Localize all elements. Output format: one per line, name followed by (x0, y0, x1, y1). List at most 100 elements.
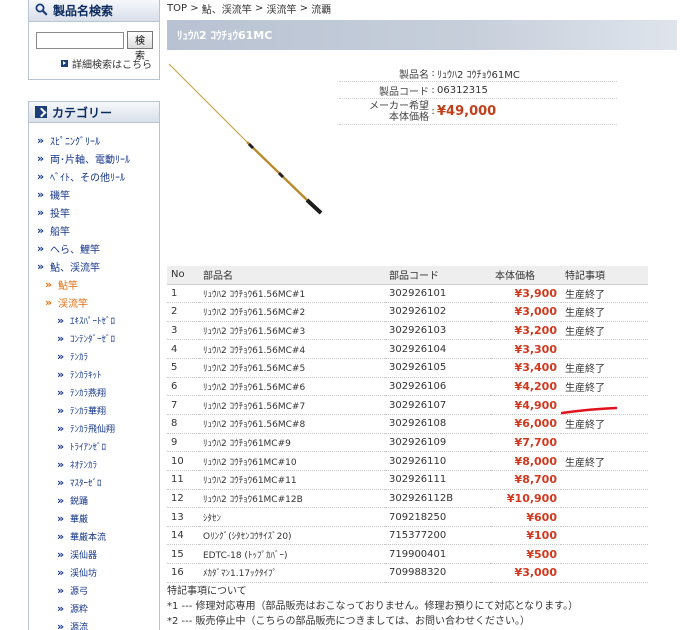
category-item-label: ﾃﾝｶﾗ華翔 (70, 406, 107, 417)
double-chevron-icon: » (37, 133, 44, 147)
cell-no: 8 (167, 414, 199, 434)
cell-price: ¥3,200 (491, 321, 561, 341)
cell-no: 5 (167, 358, 199, 378)
search-button[interactable]: 検索 (127, 31, 153, 62)
category-item[interactable]: » 渓流竿 (29, 293, 159, 311)
cell-part-name: ﾘｭｳﾊ2 ｺｳﾁｮｳ61.56MC#5 (199, 358, 385, 378)
category-item[interactable]: » 源弓 (29, 581, 159, 599)
category-item-label: ﾄﾗｲｱﾝｾﾞﾛ (70, 442, 107, 453)
category-item[interactable]: » ﾄﾗｲｱﾝｾﾞﾛ (29, 437, 159, 455)
cell-part-name: ﾘｭｳﾊ2 ｺｳﾁｮｳ61.56MC#6 (199, 377, 385, 397)
double-chevron-icon: » (57, 403, 64, 417)
category-item[interactable]: » ﾍﾞｲﾄ、その他ﾘｰﾙ (29, 167, 159, 185)
category-item[interactable]: » ﾃﾝｶﾗｷｯﾄ (29, 365, 159, 383)
category-item-label: ﾍﾞｲﾄ、その他ﾘｰﾙ (50, 172, 125, 184)
category-item-label: 渓流竿 (58, 298, 88, 310)
category-item-label: 渓仙器 (70, 550, 98, 561)
category-item-label: 源粋 (70, 604, 89, 615)
category-item[interactable]: » 鮎竿 (29, 275, 159, 293)
arrow-right-icon (61, 60, 68, 67)
category-item-label: 華厳 (70, 514, 89, 525)
cell-part-name: EDTC-18 (ﾄｯﾌﾟｶﾊﾞｰ) (199, 544, 385, 565)
category-item[interactable]: » 鋭踊 (29, 491, 159, 509)
breadcrumb-separator: > (187, 3, 202, 14)
category-item-label: ﾃﾝｶﾗ (70, 352, 89, 363)
double-chevron-icon: » (57, 457, 64, 471)
category-item[interactable]: » ｴｷｽﾊﾟｰﾄｾﾞﾛ (29, 311, 159, 329)
fishing-rod-image (168, 63, 323, 215)
category-item[interactable]: » ﾏｽﾀｰｾﾞﾛ (29, 473, 159, 491)
cell-note (561, 544, 648, 565)
category-item[interactable]: » 源流 (29, 617, 159, 630)
cell-part-code: 709218250 (385, 507, 491, 527)
category-item-label: ﾏｽﾀｰｾﾞﾛ (70, 478, 102, 489)
category-item-label: 鋭踊 (70, 496, 89, 507)
breadcrumb-item[interactable]: TOP (167, 3, 187, 14)
cell-note: 生産終了 (561, 284, 648, 304)
category-item-label: ﾈｵﾃﾝｶﾗ (70, 460, 98, 471)
product-image (167, 58, 337, 218)
cell-price: ¥3,900 (491, 284, 561, 304)
cell-note (561, 433, 648, 453)
breadcrumb-item: 流覇 (311, 5, 332, 16)
cell-price: ¥8,000 (491, 451, 561, 471)
breadcrumb-item[interactable]: 鮎、渓流竿 (202, 1, 252, 16)
cell-part-name: ｼﾀｾﾝ (199, 507, 385, 527)
double-chevron-icon: » (37, 187, 44, 201)
cell-note (561, 489, 648, 509)
cell-price: ¥500 (491, 544, 561, 565)
category-item[interactable]: » ﾃﾝｶﾗ燕翔 (29, 383, 159, 401)
category-item[interactable]: » 華厳本流 (29, 527, 159, 545)
double-chevron-icon: » (57, 367, 64, 381)
category-item-label: 渓仙坊 (70, 568, 98, 579)
cell-part-name: ﾘｭｳﾊ2 ｺｳﾁｮｳ61MC#9 (199, 433, 385, 453)
category-item[interactable]: » へら、鯉竿 (29, 239, 159, 257)
category-list: » ｽﾋﾟﾆﾝｸﾞﾘｰﾙ » 両･片軸、電動ﾘｰﾙ » ﾍﾞｲﾄ、その他ﾘｰﾙ » 磯竿 » 投竿… (29, 123, 159, 630)
cell-part-code: 715377200 (385, 526, 491, 546)
main-content: TOP > 鮎、渓流竿 > 渓流竿 > 流覇 ﾘｭｳﾊ2 ｺｳﾁｮｳ61MC 製… (167, 0, 677, 630)
category-item[interactable]: » 鮎、渓流竿 (29, 257, 159, 275)
category-item[interactable]: » 両･片軸、電動ﾘｰﾙ (29, 149, 159, 167)
category-item[interactable]: » ﾃﾝｶﾗ (29, 347, 159, 365)
category-item[interactable]: » ﾈｵﾃﾝｶﾗ (29, 455, 159, 473)
double-chevron-icon: » (57, 511, 64, 525)
category-item-label: 投竿 (50, 208, 70, 220)
price-label-line1: メーカー希望 (369, 100, 429, 112)
category-item[interactable]: » 船竿 (29, 221, 159, 239)
header-no: No (167, 266, 199, 285)
category-item[interactable]: » 華厳 (29, 509, 159, 527)
cell-price: ¥3,400 (491, 358, 561, 378)
double-chevron-icon: » (57, 475, 64, 489)
product-name-label: 製品名 (399, 69, 429, 81)
cell-note: 生産終了 (561, 321, 648, 341)
header-part-code: 部品コード (385, 266, 491, 285)
note-line-2: *2 --- 販売停止中（こちらの部品販売につきましては、お問い合わせください。… (167, 616, 531, 627)
cell-no: 11 (167, 470, 199, 490)
cell-no: 7 (167, 395, 199, 415)
breadcrumb-separator: > (251, 3, 267, 14)
product-price-row: メーカー希望 本体価格 : ¥49,000 (339, 99, 617, 125)
breadcrumb-item[interactable]: 渓流竿 (267, 1, 297, 16)
cell-part-code: 302926108 (385, 414, 491, 434)
category-item[interactable]: » ｽﾋﾟﾆﾝｸﾞﾘｰﾙ (29, 131, 159, 149)
table-row: 15 EDTC-18 (ﾄｯﾌﾟｶﾊﾞｰ) 719900401 ¥500 (167, 544, 648, 565)
double-chevron-icon: » (57, 331, 64, 345)
category-item[interactable]: » 磯竿 (29, 185, 159, 203)
advanced-search-link[interactable]: 詳細検索はこちら (29, 53, 159, 79)
category-item[interactable]: » ｺﾝﾃﾝﾀﾞｰｾﾞﾛ (29, 329, 159, 347)
category-item[interactable]: » ﾃﾝｶﾗ華翔 (29, 401, 159, 419)
search-input[interactable] (36, 31, 124, 49)
category-item[interactable]: » 渓仙器 (29, 545, 159, 563)
cell-part-code: 302926101 (385, 284, 491, 304)
cell-part-code: 302926102 (385, 302, 491, 322)
product-code-label: 製品コード (379, 86, 429, 98)
category-item[interactable]: » 渓仙坊 (29, 563, 159, 581)
cell-no: 10 (167, 451, 199, 471)
category-item[interactable]: » ﾃﾝｶﾗ飛仙翔 (29, 419, 159, 437)
cell-note: 生産終了 (561, 377, 648, 397)
cell-no: 1 (167, 284, 199, 304)
category-item[interactable]: » 投竿 (29, 203, 159, 221)
double-chevron-icon: » (37, 241, 44, 255)
double-chevron-icon: » (57, 601, 64, 615)
category-item[interactable]: » 源粋 (29, 599, 159, 617)
